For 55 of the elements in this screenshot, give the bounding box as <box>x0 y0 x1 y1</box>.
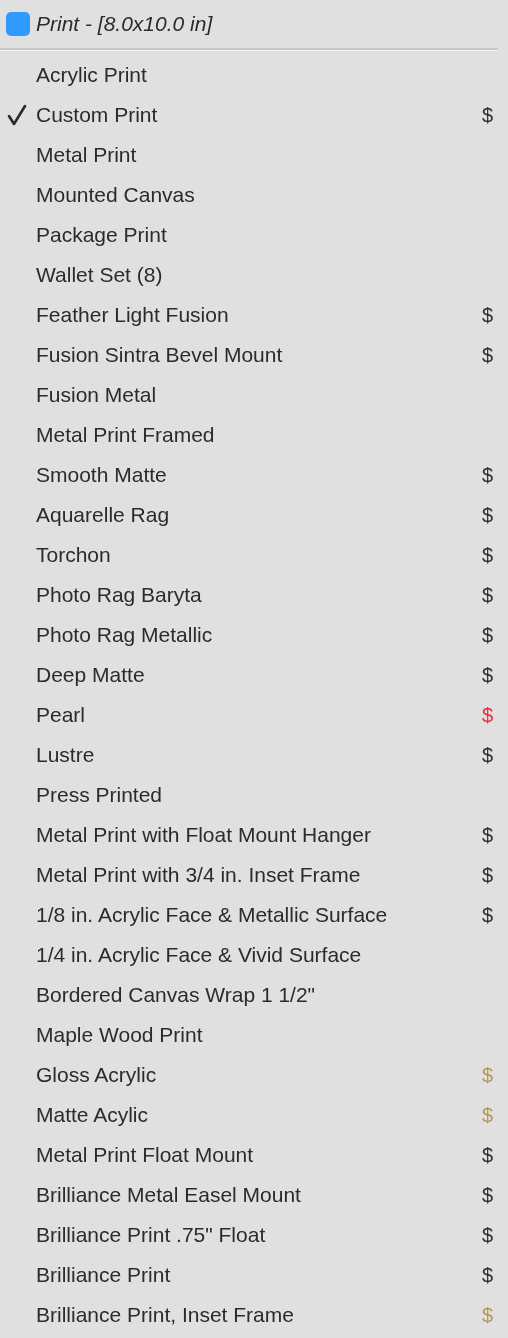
menu-item[interactable]: Brilliance Print, Inset Frame $ <box>0 1295 508 1335</box>
menu-item[interactable]: Metal Print Float Mount $ <box>0 1135 508 1175</box>
menu-item[interactable]: Bordered Canvas Wrap 1 1/2" <box>0 975 508 1015</box>
menu-item[interactable]: Brilliance Print .75" Float $ <box>0 1215 508 1255</box>
price-indicator: $ <box>481 1183 493 1208</box>
price-indicator: $ <box>481 1063 493 1088</box>
menu-item[interactable]: Acrylic Print <box>0 55 508 95</box>
menu-item[interactable]: Metal Print Framed <box>0 415 508 455</box>
menu-item[interactable]: Custom Print $ <box>0 95 508 135</box>
menu-item[interactable]: 1/8 in. Acrylic Face & Metallic Surface $ <box>0 895 508 935</box>
menu-item[interactable]: Photo Rag Metallic $ <box>0 615 508 655</box>
price-indicator: $ <box>481 103 493 128</box>
menu-item[interactable]: 1/4 in. Acrylic Face & Vivid Surface <box>0 935 508 975</box>
menu-item[interactable]: Metal Print with 3/4 in. Inset Frame $ <box>0 855 508 895</box>
price-indicator: $ <box>481 823 493 848</box>
price-indicator: $ <box>481 703 493 728</box>
menu-item[interactable]: Pearl $ <box>0 695 508 735</box>
price-indicator: $ <box>481 543 493 568</box>
menu-item[interactable]: Feather Light Fusion $ <box>0 295 508 335</box>
menu-item[interactable]: Deep Matte $ <box>0 655 508 695</box>
menu-item[interactable]: Package Print <box>0 215 508 255</box>
price-indicator: $ <box>481 1103 493 1128</box>
menu-item[interactable]: Maple Wood Print <box>0 1015 508 1055</box>
price-indicator: $ <box>481 903 493 928</box>
price-indicator: $ <box>481 343 493 368</box>
price-indicator: $ <box>481 743 493 768</box>
menu-item[interactable]: Mounted Canvas <box>0 175 508 215</box>
price-indicator: $ <box>481 1263 493 1288</box>
price-indicator: $ <box>481 623 493 648</box>
price-indicator: $ <box>481 503 493 528</box>
menu-item[interactable]: Lustre $ <box>0 735 508 775</box>
menu-item[interactable]: Brilliance Metal Easel Mount $ <box>0 1175 508 1215</box>
price-indicator: $ <box>481 1223 493 1248</box>
menu-item[interactable]: Aquarelle Rag $ <box>0 495 508 535</box>
menu-item[interactable]: Fusion Sintra Bevel Mount $ <box>0 335 508 375</box>
menu-item[interactable]: Gloss Acrylic $ <box>0 1055 508 1095</box>
menu-item[interactable]: Press Printed <box>0 775 508 815</box>
price-indicator: $ <box>481 863 493 888</box>
menu-item[interactable]: Wallet Set (8) <box>0 255 508 295</box>
price-indicator: $ <box>481 303 493 328</box>
price-indicator: $ <box>481 1303 493 1328</box>
menu-item[interactable]: Torchon $ <box>0 535 508 575</box>
color-swatch <box>6 12 30 36</box>
menu-title: Print - [8.0x10.0 in] <box>36 11 213 38</box>
menu-item[interactable]: Photo Rag Baryta $ <box>0 575 508 615</box>
menu-item[interactable]: Fusion Metal <box>0 375 508 415</box>
price-indicator: $ <box>481 1143 493 1168</box>
menu-item[interactable]: Metal Print <box>0 135 508 175</box>
price-indicator: $ <box>481 463 493 488</box>
menu-item[interactable]: Matte Acylic $ <box>0 1095 508 1135</box>
menu-item[interactable]: Smooth Matte $ <box>0 455 508 495</box>
price-indicator: $ <box>481 583 493 608</box>
menu-item[interactable]: Metal Print with Float Mount Hanger $ <box>0 815 508 855</box>
price-indicator: $ <box>481 663 493 688</box>
menu-item[interactable]: Brilliance Print $ <box>0 1255 508 1295</box>
